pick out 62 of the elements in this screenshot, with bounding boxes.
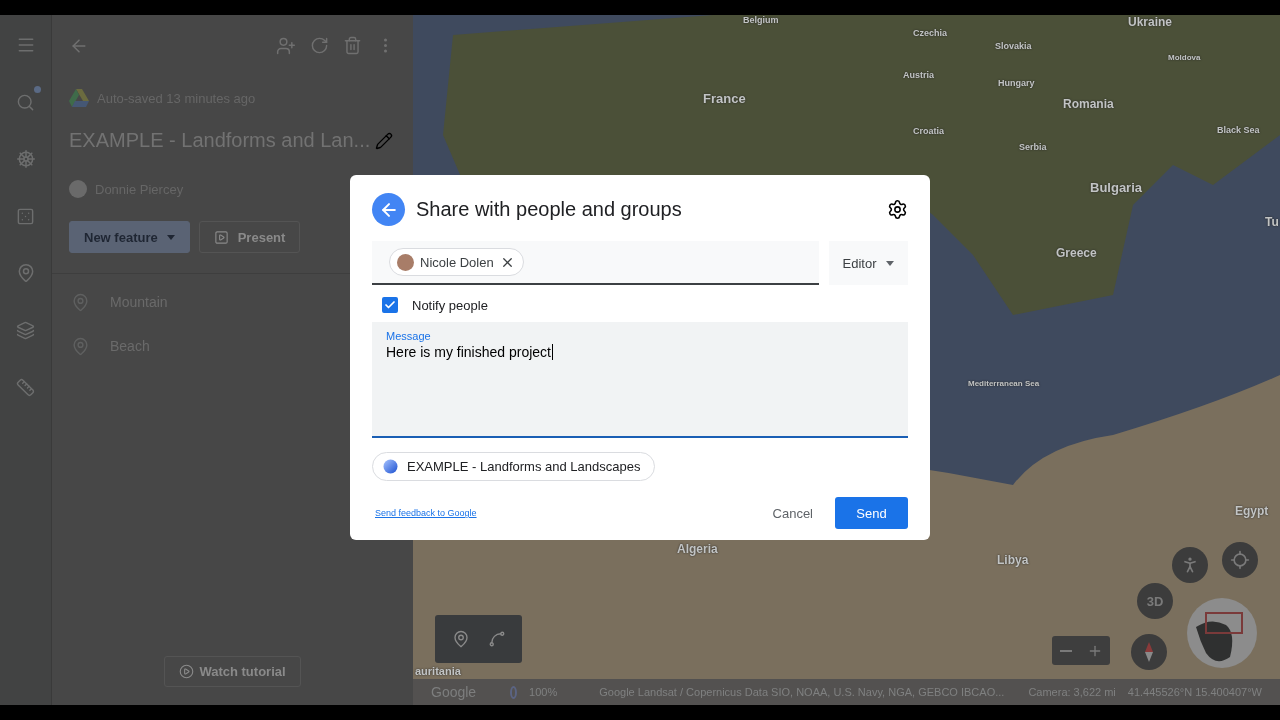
compass-needle-icon — [1145, 642, 1153, 662]
feedback-link[interactable]: Send feedback to Google — [375, 508, 751, 518]
refresh-icon[interactable] — [310, 36, 329, 55]
map-label: Slovakia — [995, 41, 1032, 52]
play-icon — [213, 229, 229, 245]
dialog-title: Share with people and groups — [416, 198, 683, 221]
path-icon[interactable] — [487, 630, 506, 648]
caret-icon — [166, 234, 175, 240]
map-label: France — [703, 91, 746, 107]
globe-icon — [383, 459, 398, 474]
map-label: Bulgaria — [1090, 180, 1142, 196]
check-icon — [384, 299, 396, 311]
map-label: auritania — [415, 665, 461, 679]
map-label: Moldova — [1168, 53, 1201, 63]
map-label: Black Sea — [1217, 125, 1260, 136]
map-label: Hungary — [998, 78, 1035, 89]
map-label: Belgium — [743, 15, 779, 26]
globe-icon[interactable] — [1186, 597, 1258, 669]
zoom-control[interactable] — [1052, 636, 1110, 665]
map-label: Romania — [1063, 97, 1114, 112]
cancel-button[interactable]: Cancel — [764, 497, 821, 529]
caret-icon — [886, 260, 895, 266]
triangle-logo-icon — [69, 89, 89, 107]
map-label: Ukraine — [1128, 15, 1173, 30]
add-person-icon[interactable] — [276, 35, 296, 56]
present-button[interactable]: Present — [198, 221, 301, 253]
map-label: Austria — [903, 70, 934, 81]
layers-icon[interactable] — [16, 320, 35, 340]
new-feature-button[interactable]: New feature — [69, 221, 190, 253]
map-label: Libya — [997, 553, 1029, 568]
notify-label: Notify people — [412, 297, 488, 313]
map-label: Mediterranean Sea — [968, 379, 1040, 389]
map-label: Algeria — [677, 542, 718, 557]
notify-checkbox[interactable] — [382, 297, 398, 313]
ruler-icon[interactable] — [16, 377, 35, 397]
recipient-chip[interactable]: Nicole Dolen — [389, 248, 524, 276]
dice-icon[interactable] — [16, 206, 35, 226]
avatar — [69, 180, 87, 198]
pencil-icon[interactable] — [375, 131, 393, 150]
watch-tutorial-button[interactable]: Watch tutorial — [164, 656, 301, 687]
back-button[interactable] — [372, 193, 405, 226]
map-label: Czechia — [913, 28, 947, 39]
send-button[interactable]: Send — [835, 497, 908, 529]
map-label: Greece — [1056, 246, 1097, 261]
notification-dot — [33, 86, 41, 93]
map-pin-icon — [71, 336, 90, 356]
map-label: Tu — [1265, 215, 1279, 230]
message-field[interactable]: Message Here is my finished project — [372, 322, 908, 438]
recipient-field[interactable]: Nicole Dolen — [372, 241, 819, 285]
map-label: Egypt — [1235, 504, 1269, 519]
role-dropdown[interactable]: Editor — [829, 241, 908, 285]
minus-icon — [1059, 649, 1072, 652]
map-pin-icon[interactable] — [451, 630, 470, 648]
locate-icon — [1230, 550, 1250, 570]
trash-icon[interactable] — [343, 36, 362, 55]
ship-wheel-icon[interactable] — [15, 149, 36, 169]
search-icon[interactable] — [16, 92, 35, 112]
map-label: Croatia — [913, 126, 944, 137]
play-icon — [179, 664, 195, 679]
map-label: Serbia — [1019, 142, 1047, 153]
settings-icon[interactable] — [887, 199, 908, 220]
map-pin-icon — [71, 292, 90, 312]
